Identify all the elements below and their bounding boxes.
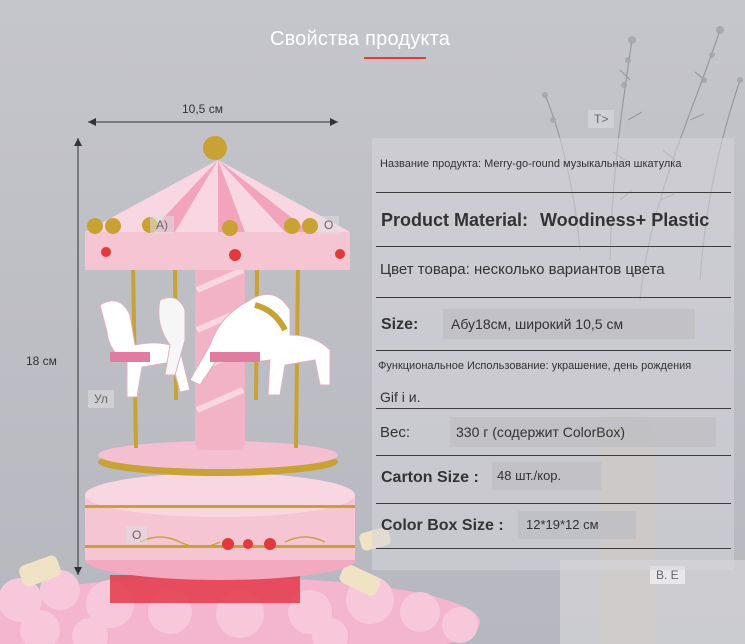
spec-divider: [376, 246, 731, 247]
spec-panel: [372, 138, 734, 570]
title-underline: [364, 57, 426, 59]
carousel-canopy: [85, 136, 350, 270]
spec-function: Функциональное Использование: украшение,…: [378, 360, 692, 372]
page-title: Свойства продукта: [269, 28, 451, 50]
spec-carton-value: 48 шт./кор.: [492, 462, 601, 490]
spec-divider: [376, 297, 731, 298]
spec-divider: [376, 455, 731, 456]
spec-colorbox-value: 12*19*12 см: [518, 511, 636, 539]
spec-divider: [376, 350, 731, 351]
spec-product-name: Название продукта: Merry-go-round музыка…: [380, 158, 682, 170]
spec-gift: Gif i и.: [380, 389, 421, 405]
spec-divider: [376, 548, 731, 549]
spec-carton-label: Carton Size :: [381, 469, 479, 486]
spec-color: Цвет товара: несколько вариантов цвета: [380, 261, 665, 278]
spec-colorbox-label: Color Box Size :: [381, 517, 504, 534]
spec-material-label: Product Material:: [381, 210, 529, 230]
spec-divider: [376, 192, 731, 193]
overlay-label-o1: O: [318, 216, 340, 234]
spec-size-value: Абу18см, широкий 10,5 см: [443, 309, 695, 339]
spec-size-label: Size:: [381, 316, 419, 333]
overlay-label-o2: O: [126, 526, 148, 544]
overlay-label-a: A): [150, 216, 174, 234]
spec-divider: [376, 408, 731, 409]
overlay-label-ul: Ул: [88, 390, 114, 408]
spec-divider: [376, 503, 731, 504]
spec-weight-value: 330 г (содержит ColorBox): [450, 417, 716, 447]
overlay-label-t: T>: [588, 110, 615, 128]
spec-weight-label: Вес:: [380, 424, 411, 441]
width-dimension-label: 10,5 см: [182, 102, 223, 116]
spec-material-value: Woodiness+ Plastic: [540, 210, 710, 230]
height-dimension-label: 18 см: [26, 354, 57, 368]
